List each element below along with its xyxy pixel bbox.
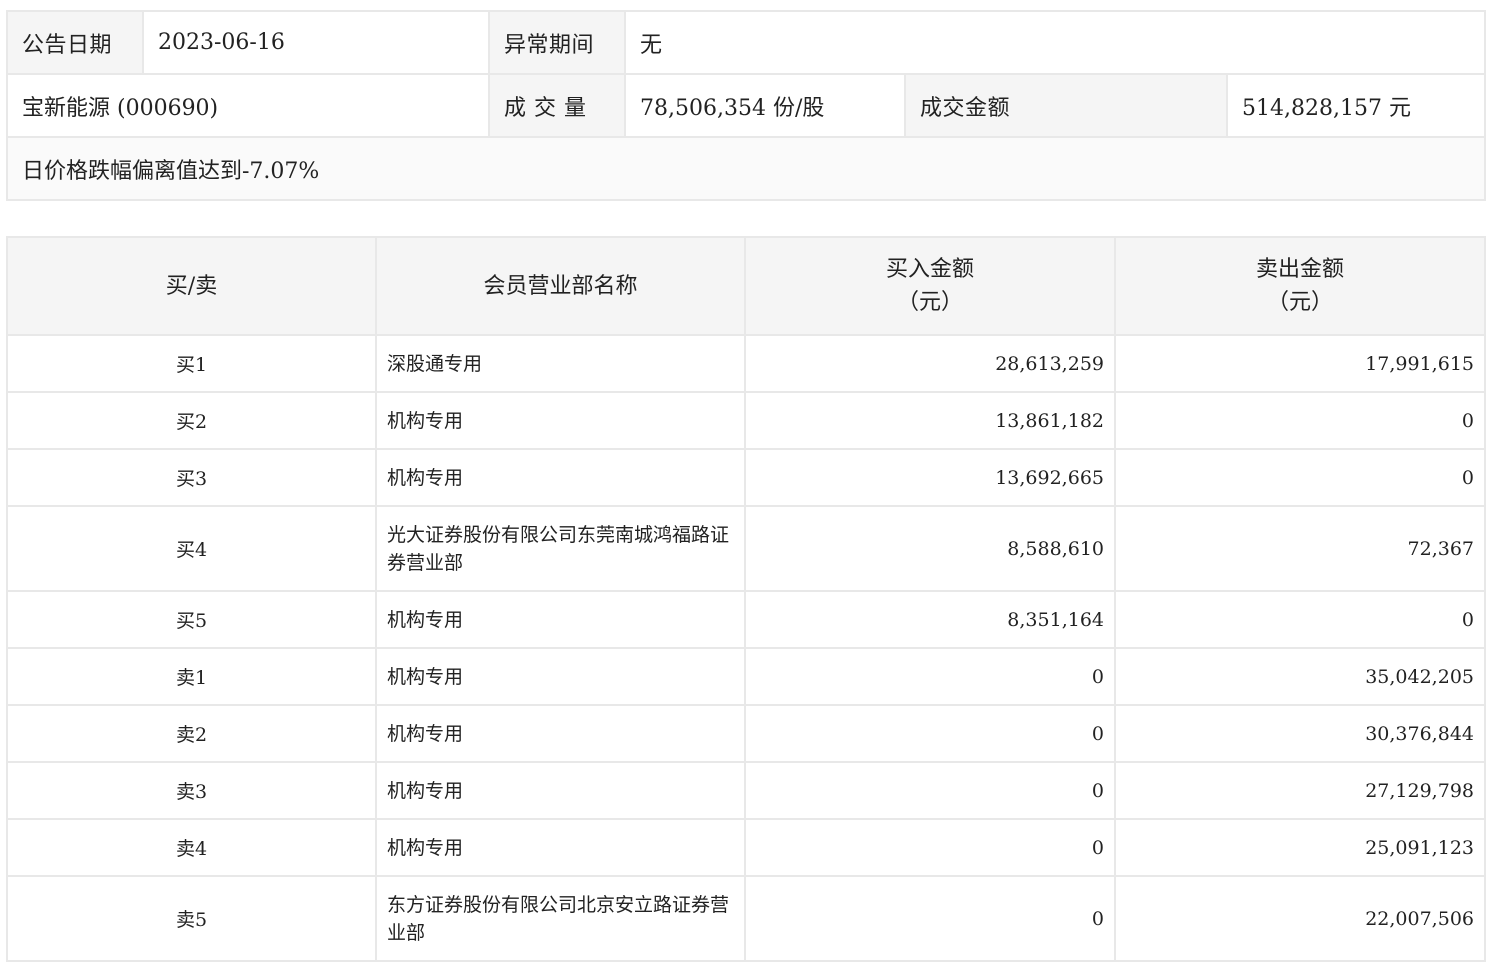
sell-amount-cell: 25,091,123 xyxy=(1114,818,1486,877)
table-row: 买5 机构专用 8,351,164 0 xyxy=(6,590,1486,649)
buy-amount-cell: 0 xyxy=(744,875,1116,962)
header-sell-title: 卖出金额 xyxy=(1255,257,1344,282)
volume-label: 成 交 量 xyxy=(488,73,626,138)
table-row: 卖1 机构专用 0 35,042,205 xyxy=(6,647,1486,706)
member-cell: 东方证券股份有限公司北京安立路证券营业部 xyxy=(375,875,746,962)
table-row: 买4 光大证券股份有限公司东莞南城鸿福路证券营业部 8,588,610 72,3… xyxy=(6,505,1486,592)
announcement-info-table: 公告日期 2023-06-16 异常期间 无 宝新能源 (000690) 成 交… xyxy=(5,10,1487,201)
trading-seats-table: 买/卖 会员营业部名称 买入金额 （元） 卖出金额 （元） 买1 深股通专用 2… xyxy=(6,236,1486,962)
member-cell: 机构专用 xyxy=(375,448,746,507)
header-buy-unit: （元） xyxy=(896,290,963,315)
header-sell-amount: 卖出金额 （元） xyxy=(1114,236,1486,336)
table-row: 买3 机构专用 13,692,665 0 xyxy=(6,448,1486,507)
turnover-value: 514,828,157 元 xyxy=(1225,73,1487,138)
sell-amount-cell: 0 xyxy=(1114,590,1486,649)
buy-amount-cell: 13,861,182 xyxy=(744,391,1116,450)
table-row: 卖2 机构专用 0 30,376,844 xyxy=(6,704,1486,763)
member-cell: 机构专用 xyxy=(375,818,746,877)
info-row-date: 公告日期 2023-06-16 异常期间 无 xyxy=(6,10,1487,75)
member-cell: 机构专用 xyxy=(375,704,746,763)
turnover-label: 成交金额 xyxy=(904,73,1228,138)
member-cell: 机构专用 xyxy=(375,590,746,649)
buy-amount-cell: 28,613,259 xyxy=(744,334,1116,393)
side-cell: 买1 xyxy=(6,334,377,393)
buy-amount-cell: 13,692,665 xyxy=(744,448,1116,507)
member-cell: 机构专用 xyxy=(375,647,746,706)
side-cell: 卖3 xyxy=(6,761,377,820)
buy-amount-cell: 0 xyxy=(744,761,1116,820)
table-row: 买1 深股通专用 28,613,259 17,991,615 xyxy=(6,334,1486,393)
buy-amount-cell: 0 xyxy=(744,647,1116,706)
member-cell: 机构专用 xyxy=(375,391,746,450)
table-row: 卖5 东方证券股份有限公司北京安立路证券营业部 0 22,007,506 xyxy=(6,875,1486,962)
side-cell: 买5 xyxy=(6,590,377,649)
side-cell: 卖5 xyxy=(6,875,377,962)
stock-name: 宝新能源 (000690) xyxy=(6,73,490,138)
table-row: 买2 机构专用 13,861,182 0 xyxy=(6,391,1486,450)
announce-date-value: 2023-06-16 xyxy=(142,10,490,75)
sell-amount-cell: 30,376,844 xyxy=(1114,704,1486,763)
side-cell: 买4 xyxy=(6,505,377,592)
side-cell: 买2 xyxy=(6,391,377,450)
info-row-reason: 日价格跌幅偏离值达到-7.07% xyxy=(5,136,1487,201)
side-cell: 卖1 xyxy=(6,647,377,706)
sell-amount-cell: 17,991,615 xyxy=(1114,334,1486,393)
abnormal-period-label: 异常期间 xyxy=(488,10,626,75)
header-sell-unit: （元） xyxy=(1266,290,1333,315)
sell-amount-cell: 35,042,205 xyxy=(1114,647,1486,706)
header-buy-title: 买入金额 xyxy=(885,257,974,282)
member-cell: 光大证券股份有限公司东莞南城鸿福路证券营业部 xyxy=(375,505,746,592)
abnormal-reason: 日价格跌幅偏离值达到-7.07% xyxy=(5,136,1487,201)
buy-amount-cell: 0 xyxy=(744,818,1116,877)
member-cell: 机构专用 xyxy=(375,761,746,820)
buy-amount-cell: 0 xyxy=(744,704,1116,763)
table-row: 卖3 机构专用 0 27,129,798 xyxy=(6,761,1486,820)
info-row-stock: 宝新能源 (000690) 成 交 量 78,506,354 份/股 成交金额 … xyxy=(6,73,1487,138)
member-cell: 深股通专用 xyxy=(375,334,746,393)
sell-amount-cell: 27,129,798 xyxy=(1114,761,1486,820)
sell-amount-cell: 22,007,506 xyxy=(1114,875,1486,962)
side-cell: 买3 xyxy=(6,448,377,507)
buy-amount-cell: 8,351,164 xyxy=(744,590,1116,649)
header-member: 会员营业部名称 xyxy=(375,236,746,336)
sell-amount-cell: 0 xyxy=(1114,448,1486,507)
header-side: 买/卖 xyxy=(6,236,377,336)
side-cell: 卖4 xyxy=(6,818,377,877)
table-header-row: 买/卖 会员营业部名称 买入金额 （元） 卖出金额 （元） xyxy=(6,236,1486,336)
sell-amount-cell: 0 xyxy=(1114,391,1486,450)
abnormal-period-value: 无 xyxy=(623,10,1487,75)
volume-value: 78,506,354 份/股 xyxy=(624,73,906,138)
table-row: 卖4 机构专用 0 25,091,123 xyxy=(6,818,1486,877)
sell-amount-cell: 72,367 xyxy=(1114,505,1486,592)
buy-amount-cell: 8,588,610 xyxy=(744,505,1116,592)
side-cell: 卖2 xyxy=(6,704,377,763)
announce-date-label: 公告日期 xyxy=(6,10,144,75)
header-buy-amount: 买入金额 （元） xyxy=(744,236,1116,336)
